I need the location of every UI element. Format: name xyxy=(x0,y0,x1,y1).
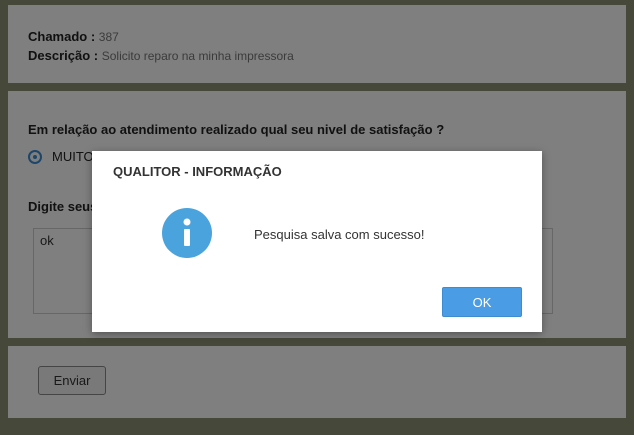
ok-button[interactable]: OK xyxy=(442,287,522,317)
dialog-title: QUALITOR - INFORMAÇÃO xyxy=(113,164,282,179)
info-dialog: QUALITOR - INFORMAÇÃO Pesquisa salva com… xyxy=(92,151,542,332)
dialog-message: Pesquisa salva com sucesso! xyxy=(254,227,425,242)
info-icon xyxy=(162,208,212,258)
